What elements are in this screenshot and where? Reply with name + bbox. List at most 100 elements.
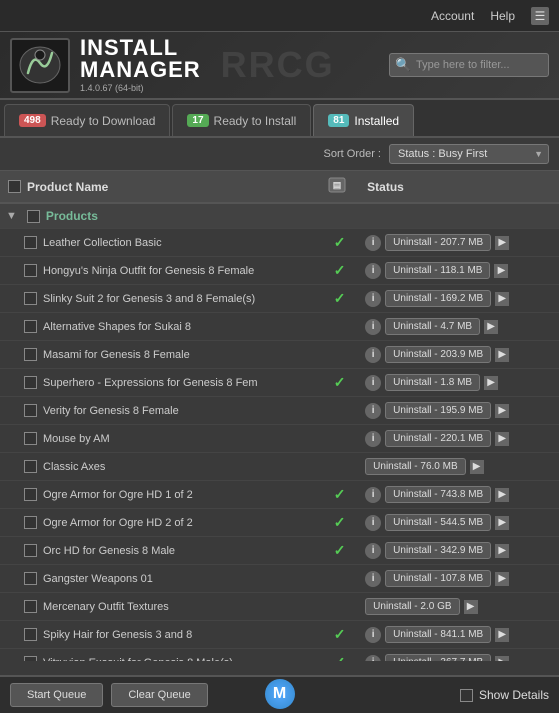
product-name-cell-12: Gangster Weapons 01 xyxy=(0,565,320,593)
info-button-15[interactable]: i xyxy=(365,655,381,662)
group-collapse-icon[interactable]: ▼ xyxy=(6,210,17,222)
info-button-5[interactable]: i xyxy=(365,375,381,391)
arrow-button-15[interactable]: ▶ xyxy=(495,656,509,662)
clear-queue-button[interactable]: Clear Queue xyxy=(111,683,207,707)
uninstall-button-3[interactable]: Uninstall - 4.7 MB xyxy=(385,318,480,335)
info-button-9[interactable]: i xyxy=(365,487,381,503)
info-button-0[interactable]: i xyxy=(365,235,381,251)
full-status-cell-7: i Uninstall - 220.1 MB ▶ xyxy=(359,425,539,453)
row-checkbox-10[interactable] xyxy=(24,516,37,529)
product-name-4: Masami for Genesis 8 Female xyxy=(43,349,190,361)
info-button-10[interactable]: i xyxy=(365,515,381,531)
arrow-button-1[interactable]: ▶ xyxy=(494,264,508,278)
menu-icon[interactable]: ☰ xyxy=(531,7,549,25)
uninstall-button-4[interactable]: Uninstall - 203.9 MB xyxy=(385,346,491,363)
product-name-14: Spiky Hair for Genesis 3 and 8 xyxy=(43,629,192,641)
product-name-cell-9: Ogre Armor for Ogre HD 1 of 2 xyxy=(0,481,320,509)
arrow-button-12[interactable]: ▶ xyxy=(495,572,509,586)
row-checkbox-0[interactable] xyxy=(24,236,37,249)
group-row-products: ▼ Products xyxy=(0,203,559,229)
full-status-cell-9: i Uninstall - 743.8 MB ▶ xyxy=(359,481,539,509)
uninstall-button-2[interactable]: Uninstall - 169.2 MB xyxy=(385,290,491,307)
select-all-checkbox[interactable] xyxy=(8,180,21,193)
product-name-cell-3: Alternative Shapes for Sukai 8 xyxy=(0,313,320,341)
row-checkbox-9[interactable] xyxy=(24,488,37,501)
info-button-7[interactable]: i xyxy=(365,431,381,447)
uninstall-button-11[interactable]: Uninstall - 342.9 MB xyxy=(385,542,491,559)
row-checkbox-11[interactable] xyxy=(24,544,37,557)
row-checkbox-3[interactable] xyxy=(24,320,37,333)
row-checkbox-5[interactable] xyxy=(24,376,37,389)
uninstall-button-10[interactable]: Uninstall - 544.5 MB xyxy=(385,514,491,531)
arrow-button-5[interactable]: ▶ xyxy=(484,376,498,390)
row-checkbox-1[interactable] xyxy=(24,264,37,277)
info-button-14[interactable]: i xyxy=(365,627,381,643)
arrow-button-6[interactable]: ▶ xyxy=(495,404,509,418)
uninstall-button-9[interactable]: Uninstall - 743.8 MB xyxy=(385,486,491,503)
arrow-button-3[interactable]: ▶ xyxy=(484,320,498,334)
uninstall-button-15[interactable]: Uninstall - 367.7 MB xyxy=(385,654,491,661)
uninstall-button-7[interactable]: Uninstall - 220.1 MB xyxy=(385,430,491,447)
arrow-button-0[interactable]: ▶ xyxy=(495,236,509,250)
product-name-cell-8: Classic Axes xyxy=(0,453,320,481)
arrow-button-9[interactable]: ▶ xyxy=(495,488,509,502)
row-checkbox-14[interactable] xyxy=(24,628,37,641)
row-checkbox-2[interactable] xyxy=(24,292,37,305)
start-queue-button[interactable]: Start Queue xyxy=(10,683,103,707)
info-button-12[interactable]: i xyxy=(365,571,381,587)
account-link[interactable]: Account xyxy=(431,9,474,23)
row-checkbox-4[interactable] xyxy=(24,348,37,361)
info-button-2[interactable]: i xyxy=(365,291,381,307)
arrow-button-2[interactable]: ▶ xyxy=(495,292,509,306)
product-name-15: Vitruvian Exosuit for Genesis 8 Male(s) xyxy=(43,657,233,662)
top-header: Account Help ☰ xyxy=(0,0,559,32)
show-details-checkbox[interactable] xyxy=(460,689,473,702)
uninstall-button-5[interactable]: Uninstall - 1.8 MB xyxy=(385,374,480,391)
help-link[interactable]: Help xyxy=(490,9,515,23)
arrow-button-7[interactable]: ▶ xyxy=(495,432,509,446)
arrow-button-11[interactable]: ▶ xyxy=(495,544,509,558)
info-button-3[interactable]: i xyxy=(365,319,381,335)
info-button-1[interactable]: i xyxy=(365,263,381,279)
check-icon-15: ✓ xyxy=(334,654,346,661)
table-row: Masami for Genesis 8 Female i Uninstall … xyxy=(0,341,559,369)
tab-ready-download[interactable]: 498 Ready to Download xyxy=(4,104,170,136)
arrow-button-4[interactable]: ▶ xyxy=(495,348,509,362)
row-checkbox-6[interactable] xyxy=(24,404,37,417)
row-checkbox-7[interactable] xyxy=(24,432,37,445)
table-row: Leather Collection Basic ✓ i Uninstall -… xyxy=(0,229,559,257)
row-checkbox-15[interactable] xyxy=(24,656,37,661)
product-table: Product Name ▤ Status ▼ Pro xyxy=(0,171,559,661)
sort-select[interactable]: Status : Busy First Name: A-Z Name: Z-A … xyxy=(389,144,549,164)
uninstall-button-12[interactable]: Uninstall - 107.8 MB xyxy=(385,570,491,587)
row-checkbox-13[interactable] xyxy=(24,600,37,613)
uninstall-button-6[interactable]: Uninstall - 195.9 MB xyxy=(385,402,491,419)
full-status-cell-14: i Uninstall - 841.1 MB ▶ xyxy=(359,621,539,649)
uninstall-button-13[interactable]: Uninstall - 2.0 GB xyxy=(365,598,459,615)
arrow-button-10[interactable]: ▶ xyxy=(495,516,509,530)
table-row: Mouse by AM i Uninstall - 220.1 MB ▶ xyxy=(0,425,559,453)
product-name-3: Alternative Shapes for Sukai 8 xyxy=(43,321,191,333)
uninstall-button-0[interactable]: Uninstall - 207.7 MB xyxy=(385,234,491,251)
check-cell-8 xyxy=(320,453,359,481)
group-checkbox[interactable] xyxy=(27,210,40,223)
search-input[interactable] xyxy=(389,53,549,77)
show-details-label[interactable]: Show Details xyxy=(479,688,549,702)
download-badge: 498 xyxy=(19,114,46,127)
install-tab-label: Ready to Install xyxy=(214,114,297,128)
uninstall-button-14[interactable]: Uninstall - 841.1 MB xyxy=(385,626,491,643)
check-cell-12 xyxy=(320,565,359,593)
info-button-11[interactable]: i xyxy=(365,543,381,559)
arrow-button-8[interactable]: ▶ xyxy=(470,460,484,474)
row-checkbox-8[interactable] xyxy=(24,460,37,473)
info-button-6[interactable]: i xyxy=(365,403,381,419)
search-icon: 🔍 xyxy=(395,57,411,73)
row-checkbox-12[interactable] xyxy=(24,572,37,585)
tab-installed[interactable]: 81 Installed xyxy=(313,104,414,136)
tab-ready-install[interactable]: 17 Ready to Install xyxy=(172,104,311,136)
arrow-button-14[interactable]: ▶ xyxy=(495,628,509,642)
arrow-button-13[interactable]: ▶ xyxy=(464,600,478,614)
uninstall-button-8[interactable]: Uninstall - 76.0 MB xyxy=(365,458,465,475)
info-button-4[interactable]: i xyxy=(365,347,381,363)
uninstall-button-1[interactable]: Uninstall - 118.1 MB xyxy=(385,262,490,279)
